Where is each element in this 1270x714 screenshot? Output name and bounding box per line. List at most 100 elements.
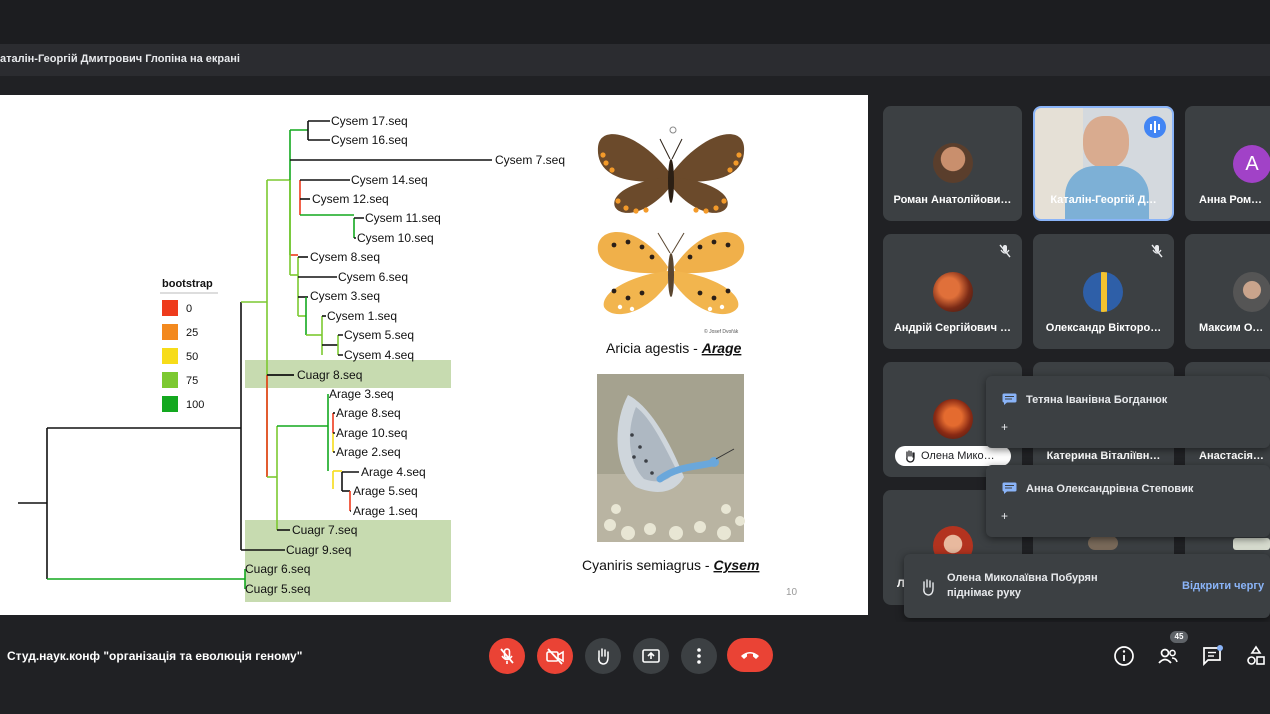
participant-name: Олександр Вікторо… bbox=[1045, 322, 1162, 334]
photo-credit: © Josef Dvořák bbox=[704, 328, 739, 335]
tree-branches bbox=[18, 120, 492, 589]
meeting-control-bar: Студ.наук.конф "організація та еволюція … bbox=[0, 622, 1270, 714]
hand-icon bbox=[906, 450, 915, 463]
bootstrap-legend: bootstrap 0 25 50 75 100 bbox=[160, 278, 218, 412]
more-options-button[interactable] bbox=[681, 638, 717, 674]
shirt bbox=[1065, 166, 1149, 219]
chat-icon bbox=[1203, 645, 1223, 667]
people-button[interactable] bbox=[1156, 644, 1180, 668]
chat-message-icon bbox=[1002, 482, 1017, 494]
people-icon bbox=[1158, 648, 1178, 664]
participant-name: Катерина Віталіївн… bbox=[1046, 450, 1161, 462]
info-icon bbox=[1114, 646, 1134, 666]
participant-tile[interactable]: Андрій Сергійович … bbox=[883, 234, 1022, 349]
face bbox=[1083, 116, 1129, 168]
participant-name: Каталін-Георгій Д… bbox=[1050, 194, 1157, 206]
legend-label: 50 bbox=[186, 351, 198, 363]
avatar bbox=[933, 399, 973, 439]
chat-preview: + bbox=[1001, 420, 1009, 434]
present-icon bbox=[642, 649, 660, 663]
microphone-toggle-button[interactable] bbox=[489, 638, 525, 674]
hang-up-icon bbox=[741, 652, 759, 659]
toast-message: Олена Миколаївна Побурян піднімає руку bbox=[947, 572, 1098, 599]
participant-tile[interactable]: A Анна Романів bbox=[1185, 106, 1270, 221]
leaf-label: Arage 10.seq bbox=[336, 426, 407, 440]
caption-cyaniris: Cyaniris semiagrus - Cysem bbox=[582, 557, 759, 573]
chat-notification[interactable]: Анна Олександрівна Степовик + bbox=[986, 465, 1270, 537]
shared-slide: Cysem 17.seq Cysem 16.seq Cysem 7.seq Cy… bbox=[0, 95, 868, 615]
participant-tile[interactable]: Олександр Вікторо… bbox=[1033, 234, 1174, 349]
camera-off-icon bbox=[546, 648, 564, 665]
more-vert-icon bbox=[697, 648, 701, 664]
leaf-label: Cuagr 7.seq bbox=[292, 523, 357, 537]
meeting-title: Студ.наук.конф "організація та еволюція … bbox=[7, 649, 303, 663]
chat-sender-name: Анна Олександрівна Степовик bbox=[1026, 483, 1194, 495]
slide-page-number: 10 bbox=[786, 587, 798, 598]
hand-icon bbox=[923, 579, 934, 596]
leaf-label: Cysem 6.seq bbox=[338, 270, 408, 284]
avatar bbox=[1233, 272, 1270, 312]
leaf-label: Cysem 1.seq bbox=[327, 309, 397, 323]
activities-icon bbox=[1247, 645, 1265, 665]
camera-toggle-button[interactable] bbox=[537, 638, 573, 674]
speaking-indicator-icon bbox=[1144, 116, 1166, 138]
avatar: A bbox=[1233, 145, 1270, 183]
raised-hand-toast: Олена Миколаївна Побурян піднімає руку В… bbox=[904, 554, 1270, 618]
leaf-label: Cuagr 8.seq bbox=[297, 368, 362, 382]
chat-notification[interactable]: Тетяна Іванівна Богданюк + bbox=[986, 376, 1270, 448]
leaf-label: Arage 3.seq bbox=[329, 387, 394, 401]
legend-label: 75 bbox=[186, 375, 198, 387]
legend-label: 25 bbox=[186, 327, 198, 339]
participant-name: Анастасія Вал bbox=[1199, 450, 1270, 462]
legend-title: bootstrap bbox=[162, 278, 213, 290]
top-band bbox=[0, 0, 1270, 44]
legend-swatch bbox=[162, 300, 178, 316]
leaf-label: Arage 2.seq bbox=[336, 445, 401, 459]
present-screen-button[interactable] bbox=[633, 638, 669, 674]
participant-name: Анна Романів bbox=[1199, 194, 1270, 206]
leaf-label: Cysem 7.seq bbox=[495, 153, 565, 167]
participant-tile[interactable]: Роман Анатолійови… bbox=[883, 106, 1022, 221]
legend-swatch bbox=[162, 396, 178, 412]
participant-tile[interactable]: Максим Олек bbox=[1185, 234, 1270, 349]
participant-name: Андрій Сергійович … bbox=[893, 322, 1012, 334]
presenter-banner: аталін-Георгій Дмитрович Глопіна на екра… bbox=[0, 44, 1270, 76]
participant-tile-active-speaker[interactable]: Каталін-Георгій Д… bbox=[1033, 106, 1174, 221]
legend-swatch bbox=[162, 372, 178, 388]
meeting-details-button[interactable] bbox=[1112, 644, 1136, 668]
participant-count-badge: 45 bbox=[1170, 631, 1188, 643]
avatar bbox=[933, 272, 973, 312]
leaf-label: Cysem 5.seq bbox=[344, 328, 414, 342]
avatar bbox=[1233, 538, 1270, 550]
activities-button[interactable] bbox=[1244, 644, 1268, 668]
raise-hand-button[interactable] bbox=[585, 638, 621, 674]
presenter-banner-text: аталін-Георгій Дмитрович Глопіна на екра… bbox=[0, 53, 240, 65]
leaf-label: Cysem 14.seq bbox=[351, 173, 428, 187]
participant-name: Роман Анатолійови… bbox=[893, 194, 1012, 206]
leaf-label: Cysem 17.seq bbox=[331, 114, 408, 128]
hand-icon bbox=[598, 648, 609, 665]
phylogenetic-tree-slide: Cysem 17.seq Cysem 16.seq Cysem 7.seq Cy… bbox=[18, 114, 798, 602]
caption-aricia: Aricia agestis - Arage bbox=[606, 340, 742, 356]
leaf-label: Cuagr 9.seq bbox=[286, 543, 351, 557]
participant-name: Максим Олек bbox=[1199, 322, 1270, 334]
leaf-label: Cysem 8.seq bbox=[310, 250, 380, 264]
leaf-label: Cysem 4.seq bbox=[344, 348, 414, 362]
avatar bbox=[1083, 272, 1123, 312]
legend-swatch bbox=[162, 348, 178, 364]
leave-call-button[interactable] bbox=[727, 638, 773, 672]
leaf-label: Cysem 16.seq bbox=[331, 133, 408, 147]
legend-label: 0 bbox=[186, 303, 192, 315]
cyaniris-semiargus-photo bbox=[597, 374, 745, 542]
leaf-label: Arage 1.seq bbox=[353, 504, 418, 518]
chat-button[interactable] bbox=[1200, 644, 1224, 668]
leaf-label: Cysem 3.seq bbox=[310, 289, 380, 303]
aricia-agestis-underside-image bbox=[597, 232, 745, 315]
leaf-label: Arage 4.seq bbox=[361, 465, 426, 479]
leaf-label: Cuagr 6.seq bbox=[245, 562, 310, 576]
chat-sender-name: Тетяна Іванівна Богданюк bbox=[1026, 394, 1168, 406]
raised-hand-chip[interactable]: Олена Мико… bbox=[895, 446, 1011, 466]
leaf-label: Arage 5.seq bbox=[353, 484, 418, 498]
open-queue-button[interactable]: Відкрити чергу bbox=[1182, 580, 1264, 592]
leaf-label: Cysem 11.seq bbox=[365, 211, 441, 225]
